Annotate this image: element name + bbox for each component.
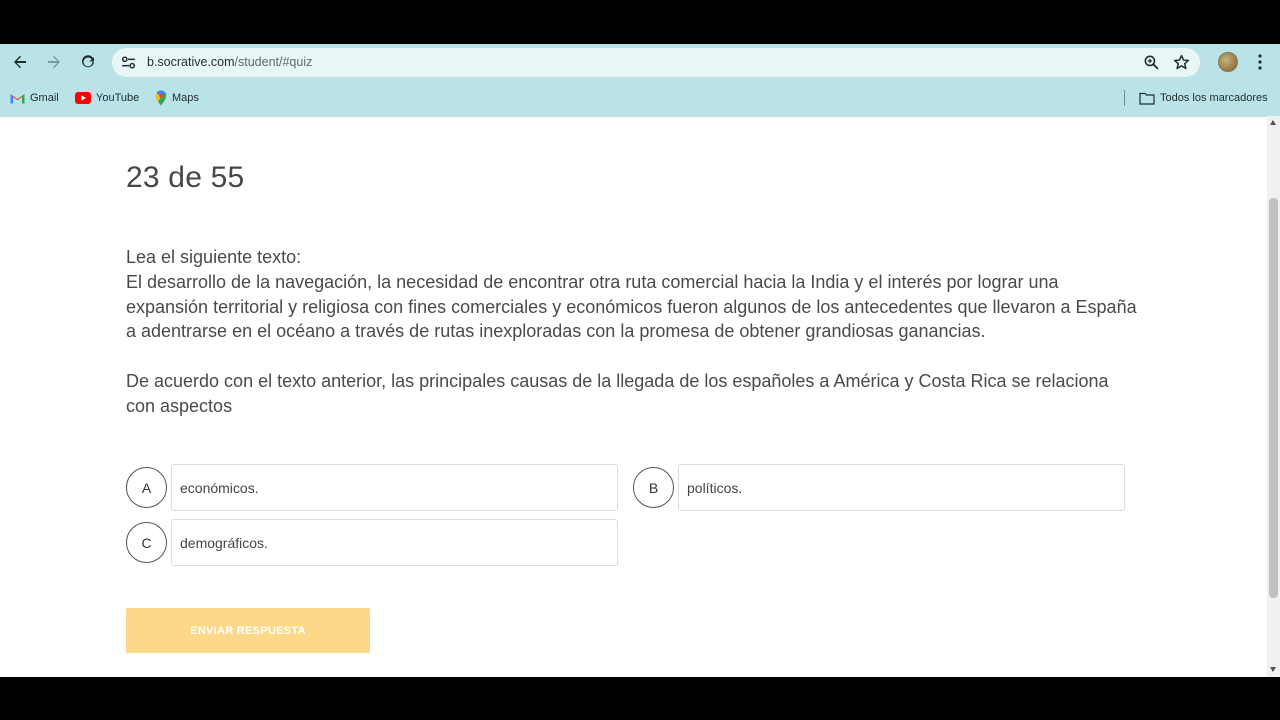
bookmarks-separator bbox=[1124, 90, 1125, 106]
back-button[interactable] bbox=[8, 51, 32, 73]
back-arrow-icon bbox=[14, 55, 26, 69]
url-path: /student/#quiz bbox=[234, 55, 313, 69]
reload-button[interactable] bbox=[76, 51, 100, 73]
submit-answer-button[interactable]: ENVIAR RESPUESTA bbox=[126, 608, 370, 653]
answer-letter[interactable]: A bbox=[126, 467, 167, 508]
bookmark-youtube[interactable]: YouTube bbox=[75, 90, 139, 106]
question-text: Lea el siguiente texto: El desarrollo de… bbox=[126, 245, 1141, 419]
letterbox-bottom bbox=[0, 677, 1280, 720]
maps-icon bbox=[155, 90, 167, 106]
browser-toolbar: b.socrative.com/student/#quiz bbox=[0, 44, 1280, 80]
folder-icon bbox=[1139, 92, 1155, 105]
gmail-icon bbox=[10, 94, 25, 104]
more-options-icon[interactable] bbox=[1252, 52, 1268, 72]
question-prompt: De acuerdo con el texto anterior, las pr… bbox=[126, 370, 1109, 416]
answer-option-c[interactable]: C demográficos. bbox=[126, 519, 618, 566]
answer-text[interactable]: políticos. bbox=[678, 464, 1125, 511]
answer-text[interactable]: demográficos. bbox=[171, 519, 618, 566]
bookmark-label: Gmail bbox=[30, 92, 59, 104]
youtube-icon bbox=[75, 92, 91, 104]
all-bookmarks-label: Todos los marcadores bbox=[1160, 92, 1268, 104]
profile-avatar[interactable] bbox=[1218, 52, 1238, 72]
answer-option-a[interactable]: A económicos. bbox=[126, 464, 618, 511]
question-progress: 23 de 55 bbox=[126, 161, 245, 194]
forward-arrow-icon bbox=[48, 55, 60, 69]
site-info-icon[interactable] bbox=[120, 54, 137, 71]
scroll-up-arrow[interactable] bbox=[1270, 120, 1276, 125]
bookmark-label: YouTube bbox=[96, 92, 140, 104]
answer-letter[interactable]: B bbox=[633, 467, 674, 508]
url-text[interactable]: b.socrative.com/student/#quiz bbox=[147, 55, 312, 69]
all-bookmarks-button[interactable]: Todos los marcadores bbox=[1139, 90, 1268, 106]
bookmark-star-icon[interactable] bbox=[1173, 54, 1190, 71]
zoom-icon[interactable] bbox=[1143, 54, 1160, 71]
bookmark-maps[interactable]: Maps bbox=[155, 90, 199, 106]
question-line: Lea el siguiente texto: bbox=[126, 247, 302, 267]
bookmarks-bar: Gmail YouTube Maps Todos los marcadores bbox=[0, 80, 1280, 116]
scroll-thumb[interactable] bbox=[1269, 198, 1278, 598]
question-line: El desarrollo de la navegación, la neces… bbox=[126, 271, 1137, 342]
url-host: b.socrative.com bbox=[147, 55, 235, 69]
scroll-down-arrow[interactable] bbox=[1270, 667, 1276, 672]
bookmark-gmail[interactable]: Gmail bbox=[10, 90, 59, 106]
answer-option-b[interactable]: B políticos. bbox=[633, 464, 1125, 511]
letterbox-top bbox=[0, 0, 1280, 44]
answer-letter[interactable]: C bbox=[126, 522, 167, 563]
forward-button[interactable] bbox=[42, 51, 66, 73]
address-bar[interactable]: b.socrative.com/student/#quiz bbox=[112, 48, 1200, 77]
quiz-page: 23 de 55 Lea el siguiente texto: El desa… bbox=[0, 116, 1267, 677]
answer-text[interactable]: económicos. bbox=[171, 464, 618, 511]
bookmark-label: Maps bbox=[172, 92, 199, 104]
reload-icon bbox=[82, 55, 94, 68]
page-scrollbar[interactable] bbox=[1267, 116, 1280, 677]
browser-chrome: b.socrative.com/student/#quiz Gmail YouT… bbox=[0, 44, 1280, 116]
